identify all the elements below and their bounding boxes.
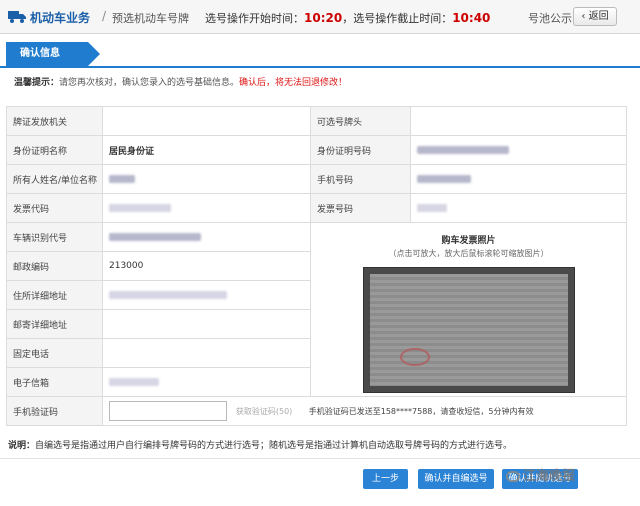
id-number-value [410, 135, 627, 165]
address-value [102, 280, 311, 310]
step-confirm-info: 确认信息 [6, 42, 100, 66]
plate-prefix-value [410, 106, 627, 136]
mail-address-value [102, 309, 311, 339]
watermark-text: 江海晚报 [523, 469, 576, 484]
tip-prefix: 温馨提示： [14, 78, 60, 88]
table-row: 车辆识别代号 购车发票照片 （点击可放大，放大后鼠标滚轮可缩放图片） [6, 222, 627, 397]
tip-warning: 确认后，将无法回退修改！ [239, 78, 348, 88]
invoice-number-label: 发票号码 [310, 193, 411, 223]
receipt-paper [369, 274, 568, 386]
top-bar: 机动车业务 / 预选机动车号牌 选号操作开始时间：10:20，选号操作截止时间：… [0, 0, 640, 34]
redacted-address [109, 290, 227, 299]
invoice-photo[interactable] [362, 267, 575, 393]
postal-value: 213000 [102, 251, 311, 281]
id-number-label: 身份证明号码 [310, 135, 411, 165]
tip-text: 温馨提示：请您再次核对，确认您录入的选号基础信息。确认后，将无法回退修改！ [14, 75, 347, 88]
page-subtitle: 预选机动车号牌 [112, 12, 189, 25]
back-button[interactable]: ‹ 返回 [573, 7, 617, 26]
landline-label: 固定电话 [6, 338, 103, 368]
issuing-office-value [102, 106, 311, 136]
invoice-code-label: 发票代码 [6, 193, 103, 223]
back-label: 返回 [588, 11, 609, 22]
invoice-number-value [410, 193, 627, 223]
redacted-invoice-number [417, 203, 447, 212]
info-table: 牌证发放机关 可选号牌头 身份证明名称 居民身份证 身份证明号码 所有人姓名/单… [6, 106, 627, 426]
photo-title: 购车发票照片 [441, 236, 496, 246]
id-type-label: 身份证明名称 [6, 135, 103, 165]
start-time: 10:20 [304, 11, 343, 25]
table-row: 手机验证码 获取验证码(50) 手机验证码已发送至158****7588，请查收… [6, 396, 627, 426]
chevron-left-icon: ‹ [581, 11, 586, 22]
table-row: 发票代码 发票号码 [6, 193, 627, 223]
breadcrumb-separator: / [102, 9, 107, 23]
owner-value [102, 164, 311, 194]
redacted-id [417, 145, 509, 154]
redacted-vin [109, 232, 201, 241]
table-row: 牌证发放机关 可选号牌头 [6, 106, 627, 136]
email-value [102, 367, 311, 397]
explanation-note: 说明：自编选号是指通过用户自行编排号牌号码的方式进行选号；随机选号是指通过计算机… [8, 438, 512, 451]
wechat-icon [506, 471, 520, 482]
email-label: 电子信箱 [6, 367, 103, 397]
step-bar: 确认信息 [0, 40, 640, 68]
sms-label: 手机验证码 [6, 396, 103, 426]
vin-label: 车辆识别代号 [6, 222, 103, 252]
invoice-code-value [102, 193, 311, 223]
redacted-invoice-code [109, 203, 171, 212]
address-label: 住所详细地址 [6, 280, 103, 310]
watermark: 江海晚报 [506, 465, 575, 484]
time-window: 选号操作开始时间：10:20，选号操作截止时间：10:40 [205, 10, 490, 26]
tip-body: 请您再次核对，确认您录入的选号基础信息。 [59, 78, 240, 88]
landline-value [102, 338, 311, 368]
sms-cell: 获取验证码(50) 手机验证码已发送至158****7588，请查收短信，5分钟… [102, 396, 627, 426]
end-time-label: ，选号操作截止时间： [342, 12, 453, 25]
truck-icon [8, 11, 26, 23]
postal-label: 邮政编码 [6, 251, 103, 281]
owner-label: 所有人姓名/单位名称 [6, 164, 103, 194]
id-type-value: 居民身份证 [102, 135, 311, 165]
redacted-email [109, 377, 159, 386]
end-time: 10:40 [452, 11, 491, 25]
invoice-photo-cell: 购车发票照片 （点击可放大，放大后鼠标滚轮可缩放图片） [310, 222, 627, 397]
get-code-button[interactable]: 获取验证码(50) [236, 406, 302, 417]
sms-sent-notice: 手机验证码已发送至158****7588，请查收短信，5分钟内有效 [308, 406, 534, 416]
phone-value [410, 164, 627, 194]
stamp-mark [399, 348, 430, 366]
confirm-self-select-button[interactable]: 确认并自编选号 [418, 469, 494, 489]
redacted-phone [417, 174, 471, 183]
table-row: 所有人姓名/单位名称 手机号码 [6, 164, 627, 194]
photo-hint: （点击可放大，放大后鼠标滚轮可缩放图片） [388, 249, 549, 258]
phone-label: 手机号码 [310, 164, 411, 194]
note-prefix: 说明： [8, 441, 36, 451]
sms-code-input[interactable] [109, 401, 227, 421]
issuing-office-label: 牌证发放机关 [6, 106, 103, 136]
mail-address-label: 邮寄详细地址 [6, 309, 103, 339]
plate-prefix-label: 可选号牌头 [310, 106, 411, 136]
table-row: 身份证明名称 居民身份证 身份证明号码 [6, 135, 627, 165]
redacted-owner [109, 174, 135, 183]
pool-notice-link[interactable]: 号池公示 [528, 10, 572, 26]
start-time-label: 选号操作开始时间： [205, 12, 304, 25]
note-body: 自编选号是指通过用户自行编排号牌号码的方式进行选号；随机选号是指通过计算机自动选… [35, 441, 513, 451]
business-link[interactable]: 机动车业务 [30, 9, 90, 26]
prev-step-button[interactable]: 上一步 [363, 469, 408, 489]
vin-value [102, 222, 311, 252]
